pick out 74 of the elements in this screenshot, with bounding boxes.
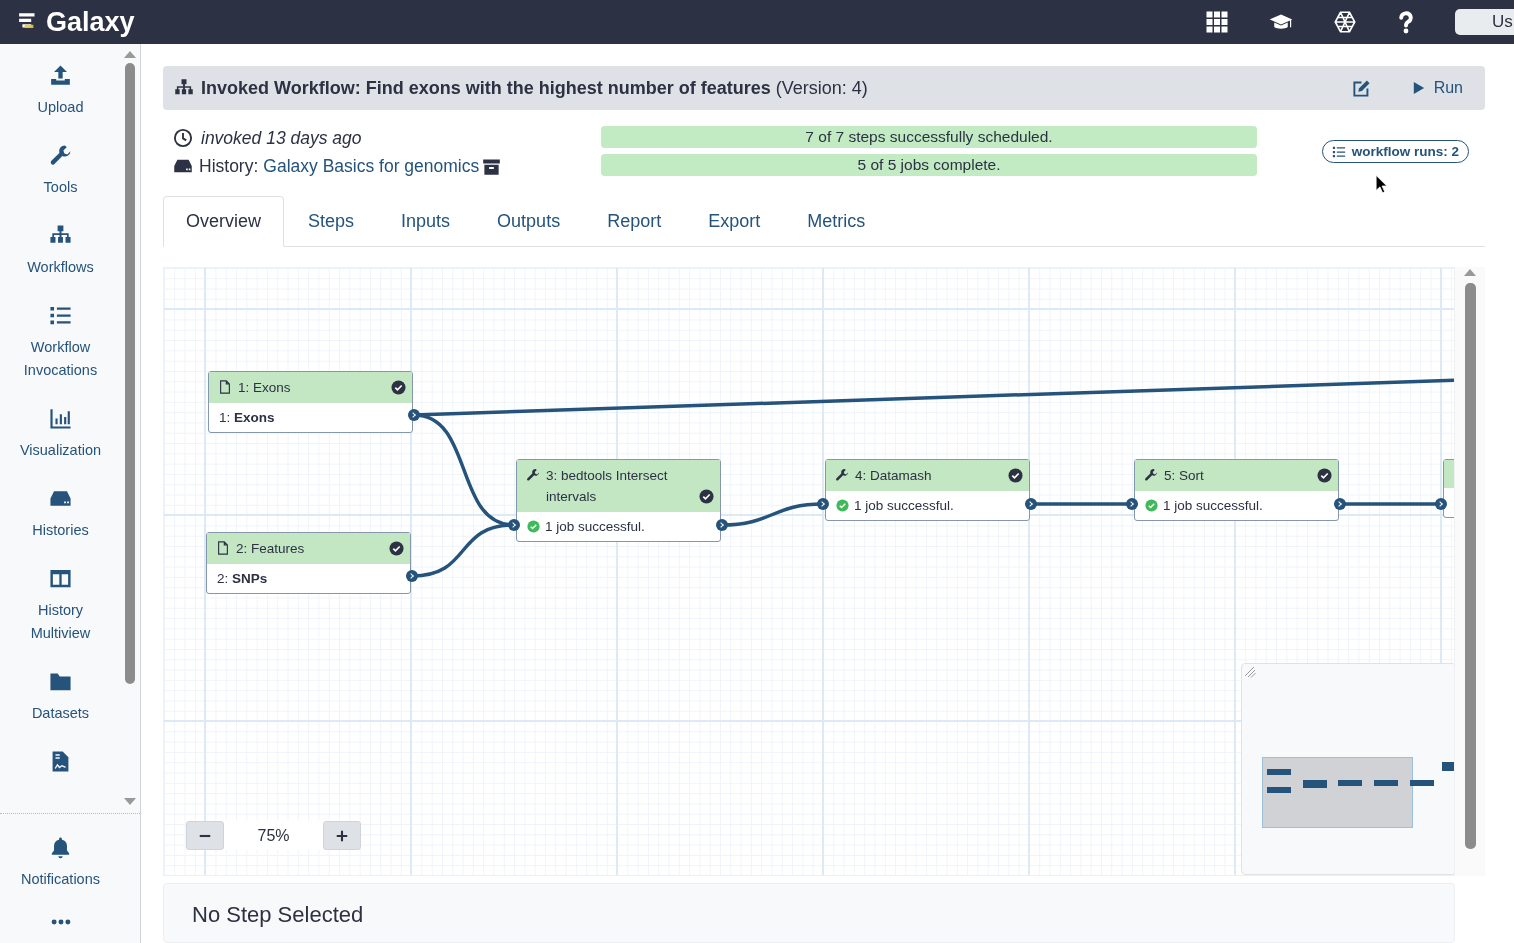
node-title: 2: Features bbox=[236, 540, 306, 558]
user-button[interactable]: Us bbox=[1455, 9, 1514, 35]
success-icon bbox=[836, 499, 849, 512]
mouse-cursor-icon bbox=[1375, 173, 1388, 196]
tab[interactable]: Inputs bbox=[378, 196, 474, 247]
sidebar-item[interactable]: Notifications bbox=[12, 836, 109, 891]
sidebar-item[interactable]: Workflows bbox=[12, 224, 109, 279]
input-terminal[interactable] bbox=[508, 519, 520, 531]
list-icon bbox=[49, 304, 72, 327]
sidebar-item[interactable]: Tools bbox=[12, 144, 109, 199]
grid-icon[interactable] bbox=[1205, 10, 1229, 34]
panel-title: No Step Selected bbox=[192, 902, 364, 927]
upload-icon bbox=[49, 64, 72, 87]
sidebar-item[interactable]: Workflow Invocations bbox=[12, 304, 109, 382]
workflow-node[interactable]: 5: Sort 1 job successful. bbox=[1134, 459, 1339, 521]
wrench-icon bbox=[526, 468, 540, 482]
tab[interactable]: Export bbox=[685, 196, 784, 247]
sidebar-item[interactable]: Visualization bbox=[12, 407, 109, 462]
input-terminal[interactable] bbox=[1126, 498, 1138, 510]
zoom-in-button[interactable] bbox=[323, 821, 361, 850]
run-button[interactable]: Run bbox=[1400, 75, 1473, 102]
workflow-runs-button[interactable]: workflow runs: 2 bbox=[1321, 140, 1469, 164]
scrollbar[interactable] bbox=[1455, 267, 1485, 876]
output-label: 2: SNPs bbox=[217, 570, 268, 587]
output-label: 1: Exons bbox=[219, 409, 275, 426]
input-terminal[interactable] bbox=[817, 498, 829, 510]
minimap[interactable] bbox=[1241, 663, 1454, 875]
history-link[interactable]: Galaxy Basics for genomics bbox=[263, 155, 480, 177]
job-status: 1 job successful. bbox=[545, 518, 645, 535]
tab[interactable]: Steps bbox=[285, 196, 378, 247]
input-terminal[interactable] bbox=[1435, 498, 1447, 510]
success-icon bbox=[1145, 499, 1158, 512]
tab[interactable]: Outputs bbox=[474, 196, 584, 247]
progress-text: 7 of 7 steps successfully scheduled. bbox=[805, 128, 1053, 147]
job-status: 1 job successful. bbox=[854, 497, 954, 514]
progress-text: 5 of 5 jobs complete. bbox=[857, 156, 1001, 175]
workflow-title: Invoked Workflow: Find exons with the highest number of features (Version: 4) bbox=[201, 77, 868, 99]
sidebar-item[interactable]: Histories bbox=[12, 487, 109, 542]
job-status: 1 job successful. bbox=[1163, 497, 1263, 514]
workflow-node[interactable]: 1: Exons 1: Exons bbox=[208, 371, 413, 433]
list-icon bbox=[1331, 144, 1346, 159]
workflow-node[interactable]: 4: Datamash 1 job successful. bbox=[825, 459, 1030, 521]
sidebar-item[interactable]: Datasets bbox=[12, 670, 109, 725]
resize-handle-icon[interactable] bbox=[1244, 666, 1256, 678]
wrench-icon bbox=[835, 468, 849, 482]
node-title: 4: Datamash bbox=[855, 467, 933, 485]
edit-icon[interactable] bbox=[1351, 78, 1371, 98]
archive-icon[interactable] bbox=[482, 156, 502, 176]
tab[interactable]: Report bbox=[584, 196, 685, 247]
plus-icon bbox=[335, 828, 349, 843]
zoom-level: 75% bbox=[224, 821, 323, 850]
file-icon bbox=[216, 541, 230, 555]
brand-name[interactable]: Galaxy bbox=[46, 6, 135, 38]
clock-icon bbox=[173, 128, 193, 149]
workflow-node[interactable]: 3: bedtools Intersect intervals 1 job successful. bbox=[516, 459, 721, 542]
node-title: 5: Sort bbox=[1164, 467, 1205, 485]
tab[interactable]: Overview bbox=[163, 196, 284, 247]
columns-icon bbox=[49, 567, 72, 590]
hexagon-icon[interactable] bbox=[1333, 10, 1357, 34]
tab[interactable]: Metrics bbox=[784, 196, 889, 247]
bell-icon bbox=[49, 836, 72, 859]
bar-chart-icon bbox=[49, 407, 72, 430]
workflow-node[interactable]: 2: Features 2: SNPs bbox=[206, 532, 411, 594]
wrench-icon bbox=[49, 144, 72, 167]
success-icon bbox=[527, 520, 540, 533]
invoked-time: invoked 13 days ago bbox=[201, 127, 362, 149]
file-icon bbox=[218, 380, 232, 394]
sidebar-item[interactable]: History Multiview bbox=[12, 567, 109, 645]
workflow-canvas[interactable]: 1: Exons 1: Exons 2: Features 2: SNPs 3: bedtools Intersect intervals 1 job successful. 4: Datamash 1 job successful. 5: Sort 1 job successful. 75% bbox=[163, 267, 1455, 876]
history-label: History: bbox=[199, 155, 259, 177]
node-title: 1: Exons bbox=[238, 379, 292, 397]
sidebar-item[interactable]: Upload bbox=[12, 64, 109, 119]
wrench-icon bbox=[1144, 468, 1158, 482]
node-title: 3: bedtools Intersect intervals bbox=[546, 467, 669, 506]
